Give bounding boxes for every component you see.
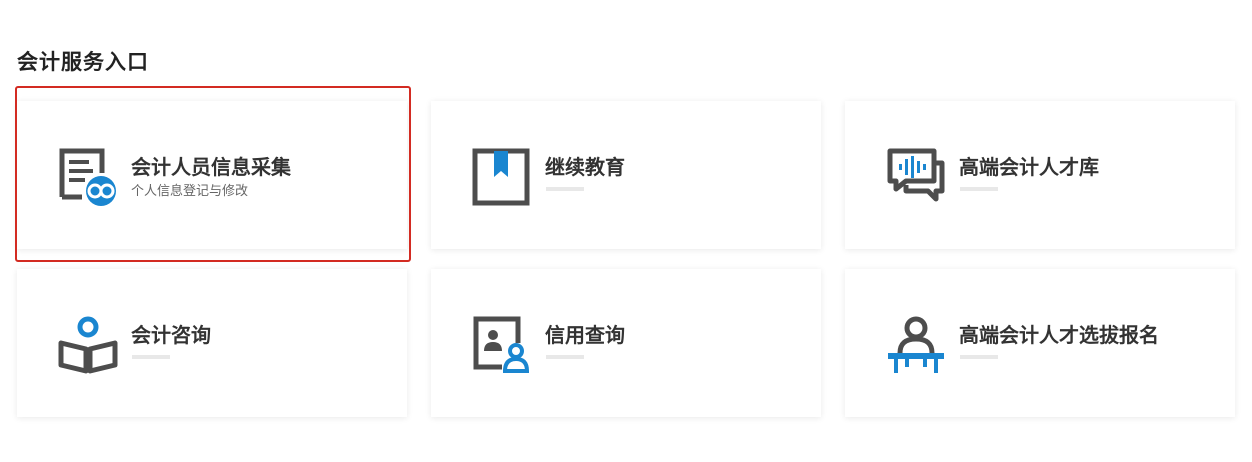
card-title: 会计人员信息采集: [131, 155, 291, 179]
placeholder-bar: [546, 187, 584, 191]
card-title: 高端会计人才选拔报名: [959, 323, 1159, 347]
card-credit-inquiry[interactable]: 信用查询: [431, 269, 821, 417]
card-talent-pool[interactable]: 高端会计人才库: [845, 101, 1235, 249]
card-accountant-info-collection[interactable]: 会计人员信息采集 个人信息登记与修改: [17, 101, 407, 249]
card-title: 信用查询: [545, 323, 625, 347]
card-title: 继续教育: [545, 155, 625, 179]
reading-person-icon: [58, 315, 118, 375]
placeholder-bar: [132, 355, 170, 359]
placeholder-bar: [960, 355, 998, 359]
card-title: 高端会计人才库: [959, 155, 1099, 179]
podium-person-icon: [886, 315, 946, 375]
card-title: 会计咨询: [131, 323, 211, 347]
bookmark-icon: [472, 147, 532, 207]
card-talent-selection-registration[interactable]: 高端会计人才选拔报名: [845, 269, 1235, 417]
section-title: 会计服务入口: [17, 50, 149, 74]
id-card-user-icon: [472, 315, 532, 375]
card-continuing-education[interactable]: 继续教育: [431, 101, 821, 249]
voice-chat-icon: [886, 147, 946, 207]
card-subtitle: 个人信息登记与修改: [131, 184, 249, 199]
placeholder-bar: [960, 187, 998, 191]
placeholder-bar: [546, 355, 584, 359]
form-link-icon: [58, 147, 118, 207]
card-accounting-consulting[interactable]: 会计咨询: [17, 269, 407, 417]
